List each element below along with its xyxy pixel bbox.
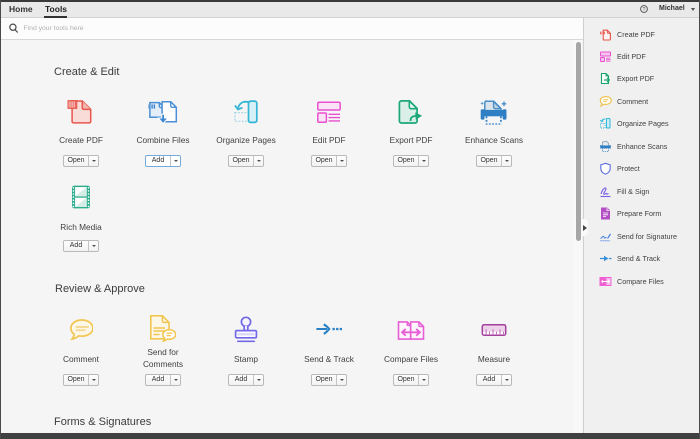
svg-text:?: ? bbox=[643, 7, 646, 13]
